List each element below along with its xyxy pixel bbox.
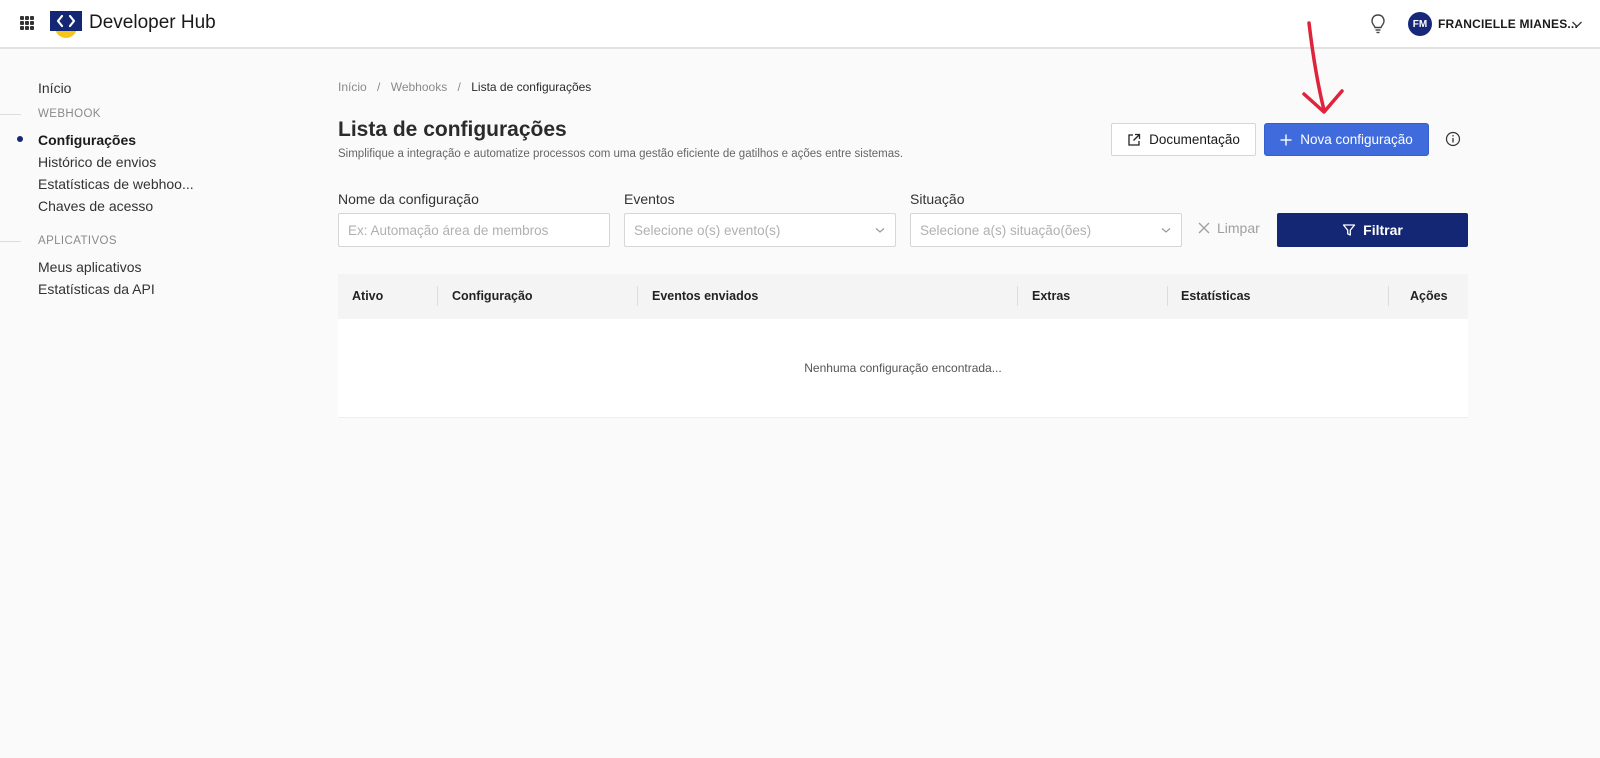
breadcrumb-home[interactable]: Início: [338, 80, 367, 94]
filter-label: Filtrar: [1363, 222, 1403, 238]
status-label: Situação: [910, 191, 965, 207]
chevron-down-icon[interactable]: [1571, 18, 1583, 30]
column-header-statistics[interactable]: Estatísticas: [1181, 289, 1250, 303]
close-icon: [1198, 222, 1210, 234]
new-configuration-button[interactable]: Nova configuração: [1264, 123, 1429, 156]
breadcrumb-current: Lista de configurações: [471, 80, 592, 94]
page-title: Lista de configurações: [338, 118, 567, 141]
column-header-active[interactable]: Ativo: [352, 289, 383, 303]
breadcrumb-separator: /: [457, 80, 461, 94]
annotation-arrow-icon: [1302, 21, 1344, 114]
table-body: Nenhuma configuração encontrada...: [338, 319, 1468, 418]
top-bar: Developer Hub FM FRANCIELLE MIANES...: [0, 0, 1600, 49]
page-subtitle: Simplifique a integração e automatize pr…: [338, 148, 904, 160]
column-divider: [637, 286, 638, 306]
sidebar-item-webhook-stats[interactable]: Estatísticas de webhoo...: [38, 176, 194, 192]
documentation-label: Documentação: [1149, 132, 1240, 147]
sidebar-section-webhook: WEBHOOK: [38, 108, 101, 120]
apps-grid-icon[interactable]: [20, 16, 34, 30]
brand-name: Developer Hub: [89, 12, 216, 33]
breadcrumb-separator: /: [377, 80, 381, 94]
config-name-input[interactable]: Ex: Automação área de membros: [338, 213, 610, 247]
column-header-actions[interactable]: Ações: [1410, 289, 1448, 303]
chevron-down-icon: [875, 228, 885, 233]
filter-button[interactable]: Filtrar: [1277, 213, 1468, 247]
table-header: Ativo Configuração Eventos enviados Extr…: [338, 274, 1468, 319]
sidebar-item-send-history[interactable]: Histórico de envios: [38, 154, 156, 170]
empty-state-message: Nenhuma configuração encontrada...: [804, 361, 1002, 375]
sidebar-divider: [0, 241, 21, 242]
documentation-button[interactable]: Documentação: [1111, 123, 1256, 156]
external-link-icon: [1128, 133, 1141, 146]
sidebar-item-access-keys[interactable]: Chaves de acesso: [38, 198, 153, 214]
column-divider: [1388, 286, 1389, 306]
column-header-events-sent[interactable]: Eventos enviados: [652, 289, 758, 303]
column-divider: [1167, 286, 1168, 306]
column-header-extras[interactable]: Extras: [1032, 289, 1070, 303]
status-placeholder: Selecione a(s) situação(ões): [920, 222, 1092, 238]
column-divider: [437, 286, 438, 306]
column-divider: [1017, 286, 1018, 306]
config-name-label: Nome da configuração: [338, 191, 479, 207]
user-name[interactable]: FRANCIELLE MIANES...: [1438, 17, 1578, 31]
active-indicator: [17, 136, 23, 142]
sidebar-item-api-stats[interactable]: Estatísticas da API: [38, 281, 155, 297]
clear-filters-label: Limpar: [1217, 220, 1260, 236]
events-label: Eventos: [624, 191, 675, 207]
column-header-configuration[interactable]: Configuração: [452, 289, 533, 303]
sidebar-section-apps: APLICATIVOS: [38, 235, 117, 247]
info-icon[interactable]: [1445, 131, 1461, 147]
clear-filters-button[interactable]: Limpar: [1198, 220, 1260, 236]
sidebar-item-configurations[interactable]: Configurações: [38, 132, 136, 148]
developer-hub-logo-icon: [50, 11, 82, 38]
lightbulb-icon[interactable]: [1368, 13, 1388, 35]
events-placeholder: Selecione o(s) evento(s): [634, 222, 781, 238]
breadcrumb: Início / Webhooks / Lista de configuraçõ…: [338, 80, 591, 94]
sidebar-divider: [0, 114, 21, 115]
status-select[interactable]: Selecione a(s) situação(ões): [910, 213, 1182, 247]
sidebar-item-my-apps[interactable]: Meus aplicativos: [38, 259, 142, 275]
filter-icon: [1343, 224, 1356, 236]
breadcrumb-webhooks[interactable]: Webhooks: [391, 80, 447, 94]
chevron-down-icon: [1161, 228, 1171, 233]
config-name-placeholder: Ex: Automação área de membros: [348, 222, 549, 238]
sidebar-item-home[interactable]: Início: [38, 80, 71, 96]
new-configuration-label: Nova configuração: [1300, 132, 1413, 147]
plus-icon: [1280, 134, 1292, 145]
user-avatar[interactable]: FM: [1408, 12, 1432, 36]
events-select[interactable]: Selecione o(s) evento(s): [624, 213, 896, 247]
